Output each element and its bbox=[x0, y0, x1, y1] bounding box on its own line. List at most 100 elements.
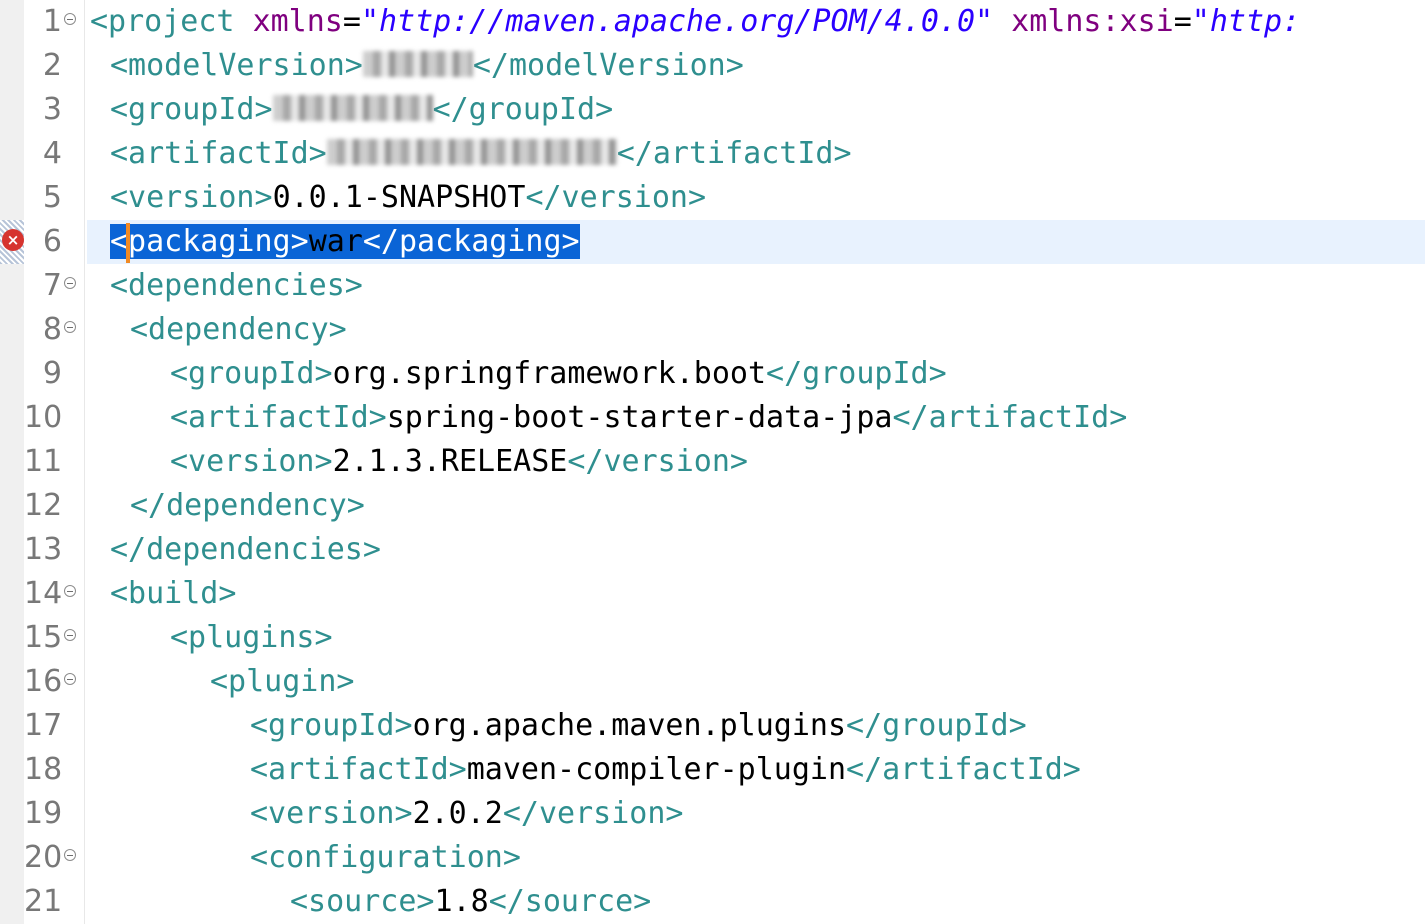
fold-collapse-icon[interactable] bbox=[64, 849, 76, 861]
code-text[interactable]: <configuration> bbox=[250, 836, 521, 880]
xml-text: spring-boot-starter-data-jpa bbox=[386, 400, 893, 435]
xml-editor[interactable]: 1 <project xmlns="http://maven.apache.org… bbox=[0, 0, 1425, 924]
line-number: 9 bbox=[42, 356, 62, 391]
xml-text: 0.0.1-SNAPSHOT bbox=[272, 180, 526, 215]
line-number: 19 bbox=[24, 796, 63, 831]
code-line[interactable]: 14 <build> bbox=[0, 572, 1425, 616]
xml-tag: <version> bbox=[250, 796, 413, 831]
fold-collapse-icon[interactable] bbox=[64, 321, 76, 333]
fold-collapse-icon[interactable] bbox=[64, 277, 76, 289]
fold-collapse-icon[interactable] bbox=[64, 585, 76, 597]
code-line[interactable]: 2 <modelVersion> </modelVersion> bbox=[0, 44, 1425, 88]
xml-tag: <artifactId> bbox=[170, 400, 387, 435]
xml-text: = bbox=[1173, 4, 1192, 39]
code-line[interactable]: 21 <source>1.8</source> bbox=[0, 880, 1425, 924]
xml-tag: </version> bbox=[525, 180, 707, 215]
xml-tag: <version> bbox=[110, 180, 273, 215]
error-icon[interactable]: × bbox=[2, 229, 24, 251]
code-line[interactable]: 11 <version>2.1.3.RELEASE</version> bbox=[0, 440, 1425, 484]
code-line[interactable]: × 6 <packaging>war</packaging> bbox=[0, 220, 1425, 264]
line-number: 13 bbox=[24, 532, 63, 567]
code-text[interactable]: </dependencies> bbox=[110, 528, 381, 572]
code-text[interactable]: <groupId>org.apache.maven.plugins</group… bbox=[250, 704, 1027, 748]
code-text[interactable]: <artifactId>maven-compiler-plugin</artif… bbox=[250, 748, 1081, 792]
code-line[interactable]: 20 <configuration> bbox=[0, 836, 1425, 880]
code-text[interactable]: <dependencies> bbox=[110, 264, 363, 308]
code-text[interactable]: <groupId>org.springframework.boot</group… bbox=[170, 352, 947, 396]
code-text[interactable]: <version>0.0.1-SNAPSHOT</version> bbox=[110, 176, 706, 220]
code-text[interactable]: <groupId> </groupId> bbox=[110, 88, 613, 132]
xml-tag: <groupId> bbox=[110, 92, 273, 127]
xml-attribute: xmlns:xsi bbox=[1011, 4, 1174, 39]
xml-tag: </packaging> bbox=[362, 224, 580, 259]
code-line[interactable]: 3 <groupId> </groupId> bbox=[0, 88, 1425, 132]
xml-tag: <groupId> bbox=[170, 356, 333, 391]
redacted-value bbox=[362, 50, 473, 77]
code-line[interactable]: 13 </dependencies> bbox=[0, 528, 1425, 572]
fold-collapse-icon[interactable] bbox=[64, 629, 76, 641]
xml-tag: <modelVersion> bbox=[110, 48, 363, 83]
code-line[interactable]: 7 <dependencies> bbox=[0, 264, 1425, 308]
redacted-value bbox=[272, 94, 433, 121]
xml-text: 2.1.3.RELEASE bbox=[332, 444, 568, 479]
xml-tag: </version> bbox=[567, 444, 748, 479]
text-cursor bbox=[126, 223, 130, 263]
line-number: 16 bbox=[24, 664, 63, 699]
code-text[interactable]: <version>2.1.3.RELEASE</version> bbox=[170, 440, 748, 484]
code-line[interactable]: 5 <version>0.0.1-SNAPSHOT</version> bbox=[0, 176, 1425, 220]
xml-tag: <configuration> bbox=[250, 840, 521, 875]
code-line[interactable]: 4 <artifactId> </artifactId> bbox=[0, 132, 1425, 176]
code-text[interactable]: <project xmlns="http://maven.apache.org/… bbox=[90, 0, 1300, 44]
line-number: 3 bbox=[42, 92, 62, 127]
xml-tag: </version> bbox=[502, 796, 684, 831]
fold-collapse-icon[interactable] bbox=[64, 13, 76, 25]
code-line[interactable]: 18 <artifactId>maven-compiler-plugin</art… bbox=[0, 748, 1425, 792]
code-text[interactable]: <artifactId> </artifactId> bbox=[110, 132, 852, 176]
code-text[interactable]: <build> bbox=[110, 572, 236, 616]
code-line[interactable]: 8 <dependency> bbox=[0, 308, 1425, 352]
code-line[interactable]: 9 <groupId>org.springframework.boot</grou… bbox=[0, 352, 1425, 396]
xml-attribute-value: "http: bbox=[1191, 4, 1301, 39]
xml-text: 1.8 bbox=[434, 884, 489, 919]
code-line[interactable]: 19 <version>2.0.2</version> bbox=[0, 792, 1425, 836]
fold-collapse-icon[interactable] bbox=[64, 673, 76, 685]
code-line[interactable]: 10 <artifactId>spring-boot-starter-data-j… bbox=[0, 396, 1425, 440]
line-number: 5 bbox=[42, 180, 62, 215]
code-text[interactable]: <version>2.0.2</version> bbox=[250, 792, 684, 836]
xml-tag: <artifactId> bbox=[250, 752, 467, 787]
code-text[interactable]: <modelVersion> </modelVersion> bbox=[110, 44, 744, 88]
xml-tag: <dependency> bbox=[130, 312, 347, 347]
line-number: 15 bbox=[24, 620, 63, 655]
code-line[interactable]: 1 <project xmlns="http://maven.apache.org… bbox=[0, 0, 1425, 44]
xml-tag: <packaging> bbox=[110, 224, 309, 259]
xml-text bbox=[993, 4, 1011, 39]
xml-tag: </artifactId> bbox=[846, 752, 1081, 787]
line-number: 11 bbox=[24, 444, 63, 479]
code-text[interactable]: </dependency> bbox=[130, 484, 365, 528]
code-line[interactable]: 12 </dependency> bbox=[0, 484, 1425, 528]
xml-tag: <artifactId> bbox=[110, 136, 327, 171]
code-text[interactable]: <plugin> bbox=[210, 660, 355, 704]
code-text[interactable]: <plugins> bbox=[170, 616, 333, 660]
line-number: 6 bbox=[42, 224, 62, 259]
redacted-value bbox=[326, 138, 617, 165]
xml-text: org.springframework.boot bbox=[332, 356, 767, 391]
xml-tag: <project bbox=[90, 4, 253, 39]
code-line[interactable]: 16 <plugin> bbox=[0, 660, 1425, 704]
line-number: 10 bbox=[24, 400, 63, 435]
xml-text: maven-compiler-plugin bbox=[466, 752, 847, 787]
line-number: 18 bbox=[24, 752, 63, 787]
line-number: 14 bbox=[24, 576, 63, 611]
code-line[interactable]: 15 <plugins> bbox=[0, 616, 1425, 660]
code-line[interactable]: 17 <groupId>org.apache.maven.plugins</gro… bbox=[0, 704, 1425, 748]
xml-tag: <build> bbox=[110, 576, 237, 611]
code-text[interactable]: <artifactId>spring-boot-starter-data-jpa… bbox=[170, 396, 1127, 440]
xml-tag: </artifactId> bbox=[616, 136, 852, 171]
code-text[interactable]: <source>1.8</source> bbox=[290, 880, 651, 924]
text-selection: <packaging>war</packaging> bbox=[110, 224, 580, 259]
code-text[interactable]: <packaging>war</packaging> bbox=[110, 220, 580, 264]
code-text[interactable]: <dependency> bbox=[130, 308, 347, 352]
xml-tag: <version> bbox=[170, 444, 333, 479]
line-number: 17 bbox=[24, 708, 63, 743]
line-number: 1 bbox=[42, 4, 62, 39]
